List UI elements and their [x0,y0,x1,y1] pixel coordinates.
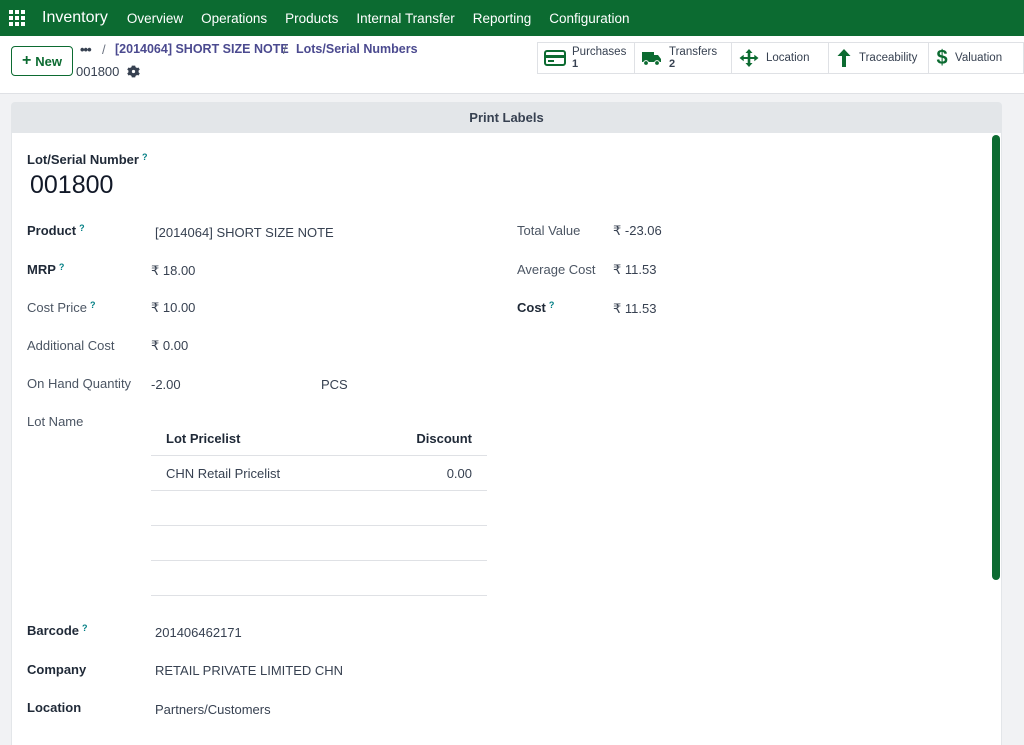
location-button[interactable]: Location [731,42,828,74]
lot-serial-value[interactable]: 001800 [30,171,113,200]
arrows-move-icon [739,49,759,67]
help-icon[interactable]: ? [59,262,65,272]
on-hand-quantity-value: -2.00 [151,377,181,392]
transfers-count: 2 [669,58,676,70]
plus-icon: + [21,52,32,69]
control-panel: + New ••• / [2014064] SHORT SIZE NOTE / … [0,36,1024,94]
gear-icon[interactable] [127,65,140,78]
empty-table-row [151,491,487,526]
truck-icon [642,52,661,66]
help-icon[interactable]: ? [82,623,88,633]
scrollbar-thumb[interactable] [992,135,1000,580]
dollar-icon: $ [936,46,948,69]
cost-label: Cost? [517,300,554,315]
on-hand-uom: PCS [321,377,348,392]
empty-table-row [151,526,487,561]
cost-value[interactable]: ₹ 11.53 [613,301,656,317]
menu-products[interactable]: Products [276,11,347,26]
new-button[interactable]: + New [11,46,73,76]
average-cost-label: Average Cost [517,262,596,277]
menu-overview[interactable]: Overview [118,11,192,26]
cost-label-text: Cost [517,300,546,315]
company-label: Company [27,662,87,677]
print-labels-button[interactable]: Print Labels [11,102,1002,133]
mrp-label-text: MRP [27,262,56,277]
total-value: ₹ -23.06 [613,223,662,238]
location-label: Location [27,700,82,715]
valuation-button[interactable]: $ Valuation [928,42,1024,74]
average-cost-value: ₹ 11.53 [613,262,657,277]
column-discount[interactable]: Discount [372,431,472,446]
table-row[interactable]: CHN Retail Pricelist 0.00 [151,456,487,491]
empty-table-row [151,561,487,596]
mrp-value[interactable]: ₹ 18.00 [151,263,195,279]
help-icon[interactable]: ? [90,300,96,310]
menu-internal-transfer[interactable]: Internal Transfer [347,11,463,26]
breadcrumb-collapsed-dots[interactable]: ••• [80,42,92,57]
transfers-label: Transfers [669,46,718,58]
purchases-count: 1 [572,58,579,70]
traceability-label: Traceability [859,52,918,64]
cost-price-label: Cost Price? [27,300,95,315]
menu-operations[interactable]: Operations [192,11,276,26]
breadcrumb-separator: / [283,42,287,57]
additional-cost-label: Additional Cost [27,338,115,353]
on-hand-quantity-label: On Hand Quantity [27,376,132,391]
purchases-button[interactable]: Purchases 1 [537,42,634,74]
cost-price-value[interactable]: ₹ 10.00 [151,300,195,316]
smart-buttons: Purchases 1 Transfers 2 Location Traceabil… [537,42,1024,74]
pricelist-name-cell: CHN Retail Pricelist [166,465,281,481]
location-label: Location [766,52,810,64]
discount-cell: 0.00 [446,465,472,481]
product-value[interactable]: [2014064] SHORT SIZE NOTE [155,225,334,240]
lot-serial-label-text: Lot/Serial Number [27,152,139,167]
product-label: Product? [27,223,85,238]
product-label-text: Product [27,223,77,238]
credit-card-icon [544,50,566,66]
breadcrumb-lots[interactable]: Lots/Serial Numbers [296,42,418,56]
barcode-label: Barcode? [27,623,88,638]
traceability-button[interactable]: Traceability [828,42,928,74]
company-value[interactable]: RETAIL PRIVATE LIMITED CHN [155,663,343,678]
new-button-label: New [35,53,63,69]
breadcrumb-product[interactable]: [2014064] SHORT SIZE NOTE [115,42,289,56]
transfers-button[interactable]: Transfers 2 [634,42,731,74]
lot-serial-label: Lot/Serial Number? [27,152,147,167]
breadcrumb-current: 001800 [76,64,120,79]
additional-cost-value[interactable]: ₹ 0.00 [151,338,188,354]
total-value-label: Total Value [517,223,581,238]
menu-configuration[interactable]: Configuration [540,11,638,26]
menu-reporting[interactable]: Reporting [464,11,541,26]
lot-pricelist-table: Lot Pricelist Discount CHN Retail Pricel… [151,421,487,596]
help-icon[interactable]: ? [142,152,148,162]
breadcrumb-separator: / [102,42,106,57]
help-icon[interactable]: ? [549,300,555,310]
app-name[interactable]: Inventory [34,9,118,27]
top-navbar: Inventory Overview Operations Products I… [0,0,1024,36]
help-icon[interactable]: ? [79,223,85,233]
column-lot-pricelist[interactable]: Lot Pricelist [166,431,372,446]
apps-menu-icon[interactable] [0,0,34,36]
cost-price-label-text: Cost Price [27,300,87,315]
barcode-label-text: Barcode [27,623,80,638]
valuation-label: Valuation [955,52,1003,64]
barcode-value[interactable]: 201406462171 [155,625,242,640]
purchases-label: Purchases [572,46,627,58]
mrp-label: MRP? [27,262,64,277]
table-header: Lot Pricelist Discount [151,421,487,456]
lot-name-label: Lot Name [27,414,84,429]
location-value[interactable]: Partners/Customers [155,702,271,717]
arrow-up-icon [837,49,851,67]
